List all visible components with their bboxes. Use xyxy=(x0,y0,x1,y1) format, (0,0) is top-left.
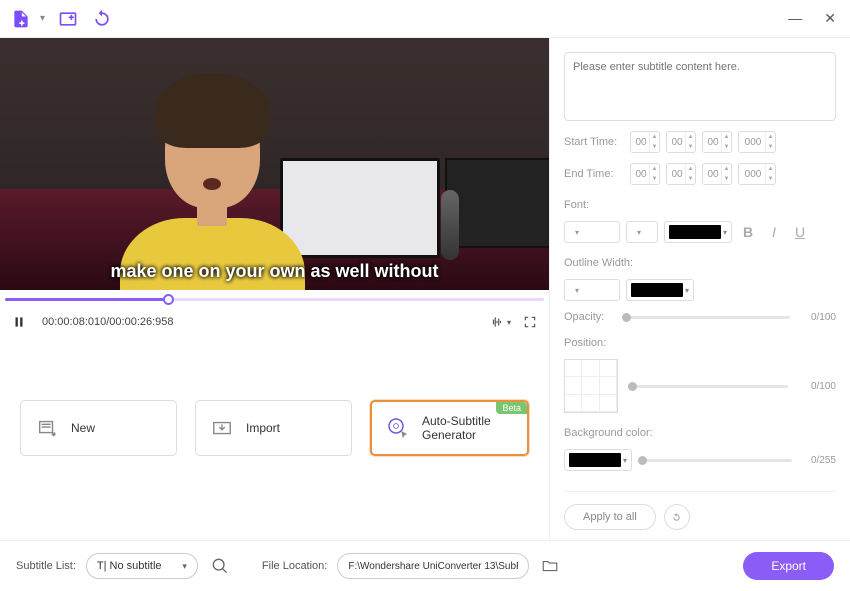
current-time: 00:00:08:010 xyxy=(42,316,106,328)
end-ms[interactable]: 000▲▼ xyxy=(738,163,776,185)
pause-button[interactable] xyxy=(12,315,26,329)
file-location-input[interactable] xyxy=(337,553,529,579)
outline-width-dd[interactable] xyxy=(564,279,620,301)
opacity-value: 0/100 xyxy=(798,312,836,323)
new-label: New xyxy=(71,421,95,435)
properties-panel: Start Time: 00▲▼ 00▲▼ 00▲▼ 000▲▼ End Tim… xyxy=(550,38,850,540)
video-area: make one on your own as well without 00:… xyxy=(0,38,549,340)
end-time-row: End Time: 00▲▼ 00▲▼ 00▲▼ 000▲▼ xyxy=(564,163,836,185)
footer: Subtitle List: T| No subtitle File Locat… xyxy=(0,541,850,591)
file-location-label: File Location: xyxy=(262,560,327,572)
main-area: make one on your own as well without 00:… xyxy=(0,38,850,541)
position-value: 0/100 xyxy=(798,381,836,392)
font-size-dd[interactable] xyxy=(626,221,658,243)
apply-all-button[interactable]: Apply to all xyxy=(564,504,656,530)
folder-icon[interactable] xyxy=(539,555,561,577)
export-button[interactable]: Export xyxy=(743,552,834,580)
start-ss[interactable]: 00▲▼ xyxy=(702,131,732,153)
end-time-label: End Time: xyxy=(564,168,624,180)
opacity-label: Opacity: xyxy=(564,311,614,323)
import-icon xyxy=(210,416,234,440)
search-icon[interactable] xyxy=(208,554,232,578)
position-grid[interactable] xyxy=(564,359,618,413)
import-card[interactable]: Import xyxy=(195,400,352,456)
new-card[interactable]: New xyxy=(20,400,177,456)
reload-icon[interactable] xyxy=(91,8,113,30)
bg-opacity-slider[interactable] xyxy=(638,459,792,462)
bold-button[interactable]: B xyxy=(738,222,758,242)
minimize-button[interactable]: — xyxy=(784,10,806,27)
position-slider[interactable] xyxy=(628,385,788,388)
outline-label: Outline Width: xyxy=(564,257,836,269)
opacity-row: Opacity: 0/100 xyxy=(564,311,836,323)
start-time-row: Start Time: 00▲▼ 00▲▼ 00▲▼ 000▲▼ xyxy=(564,131,836,153)
start-ms[interactable]: 000▲▼ xyxy=(738,131,776,153)
import-label: Import xyxy=(246,421,280,435)
auto-subtitle-label: Auto-Subtitle Generator xyxy=(422,414,513,442)
add-media-icon[interactable] xyxy=(57,8,79,30)
video-frame[interactable]: make one on your own as well without xyxy=(0,38,549,290)
auto-subtitle-card[interactable]: Beta Auto-Subtitle Generator xyxy=(370,400,529,456)
waveform-icon[interactable]: ▾ xyxy=(489,315,511,329)
outline-color-dd[interactable] xyxy=(626,279,694,301)
bg-color-dd[interactable] xyxy=(564,449,632,471)
font-label: Font: xyxy=(564,199,836,211)
end-mm[interactable]: 00▲▼ xyxy=(666,163,696,185)
bg-color-label: Background color: xyxy=(564,427,836,439)
underline-button[interactable]: U xyxy=(790,222,810,242)
font-family-dd[interactable] xyxy=(564,221,620,243)
beta-badge: Beta xyxy=(496,402,527,414)
player-controls: 00:00:08:010/00:00:26:958 ▾ xyxy=(0,304,549,340)
auto-subtitle-icon xyxy=(386,416,410,440)
duration: 00:00:26:958 xyxy=(109,316,173,328)
start-hh[interactable]: 00▲▼ xyxy=(630,131,660,153)
font-color-dd[interactable] xyxy=(664,221,732,243)
end-hh[interactable]: 00▲▼ xyxy=(630,163,660,185)
add-file-dropdown[interactable]: ▾ xyxy=(40,13,45,24)
action-row: New Import Beta Auto-Subtitle Generator xyxy=(0,340,549,496)
subtitle-textarea[interactable] xyxy=(564,52,836,121)
start-time-label: Start Time: xyxy=(564,136,624,148)
add-file-icon[interactable] xyxy=(10,8,32,30)
opacity-slider[interactable] xyxy=(622,316,790,319)
timecode: 00:00:08:010/00:00:26:958 xyxy=(42,316,174,328)
titlebar: ▾ — ✕ xyxy=(0,0,850,38)
fullscreen-icon[interactable] xyxy=(523,315,537,329)
italic-button[interactable]: I xyxy=(764,222,784,242)
end-ss[interactable]: 00▲▼ xyxy=(702,163,732,185)
progress-bar[interactable] xyxy=(0,290,549,304)
subtitle-list-label: Subtitle List: xyxy=(16,560,76,572)
reset-button[interactable] xyxy=(664,504,690,530)
position-label: Position: xyxy=(564,337,836,349)
bg-opacity-value: 0/255 xyxy=(798,455,836,466)
new-icon xyxy=(35,416,59,440)
subtitle-list-dd[interactable]: T| No subtitle xyxy=(86,553,198,579)
close-button[interactable]: ✕ xyxy=(820,10,840,27)
preview-column: make one on your own as well without 00:… xyxy=(0,38,550,540)
start-mm[interactable]: 00▲▼ xyxy=(666,131,696,153)
